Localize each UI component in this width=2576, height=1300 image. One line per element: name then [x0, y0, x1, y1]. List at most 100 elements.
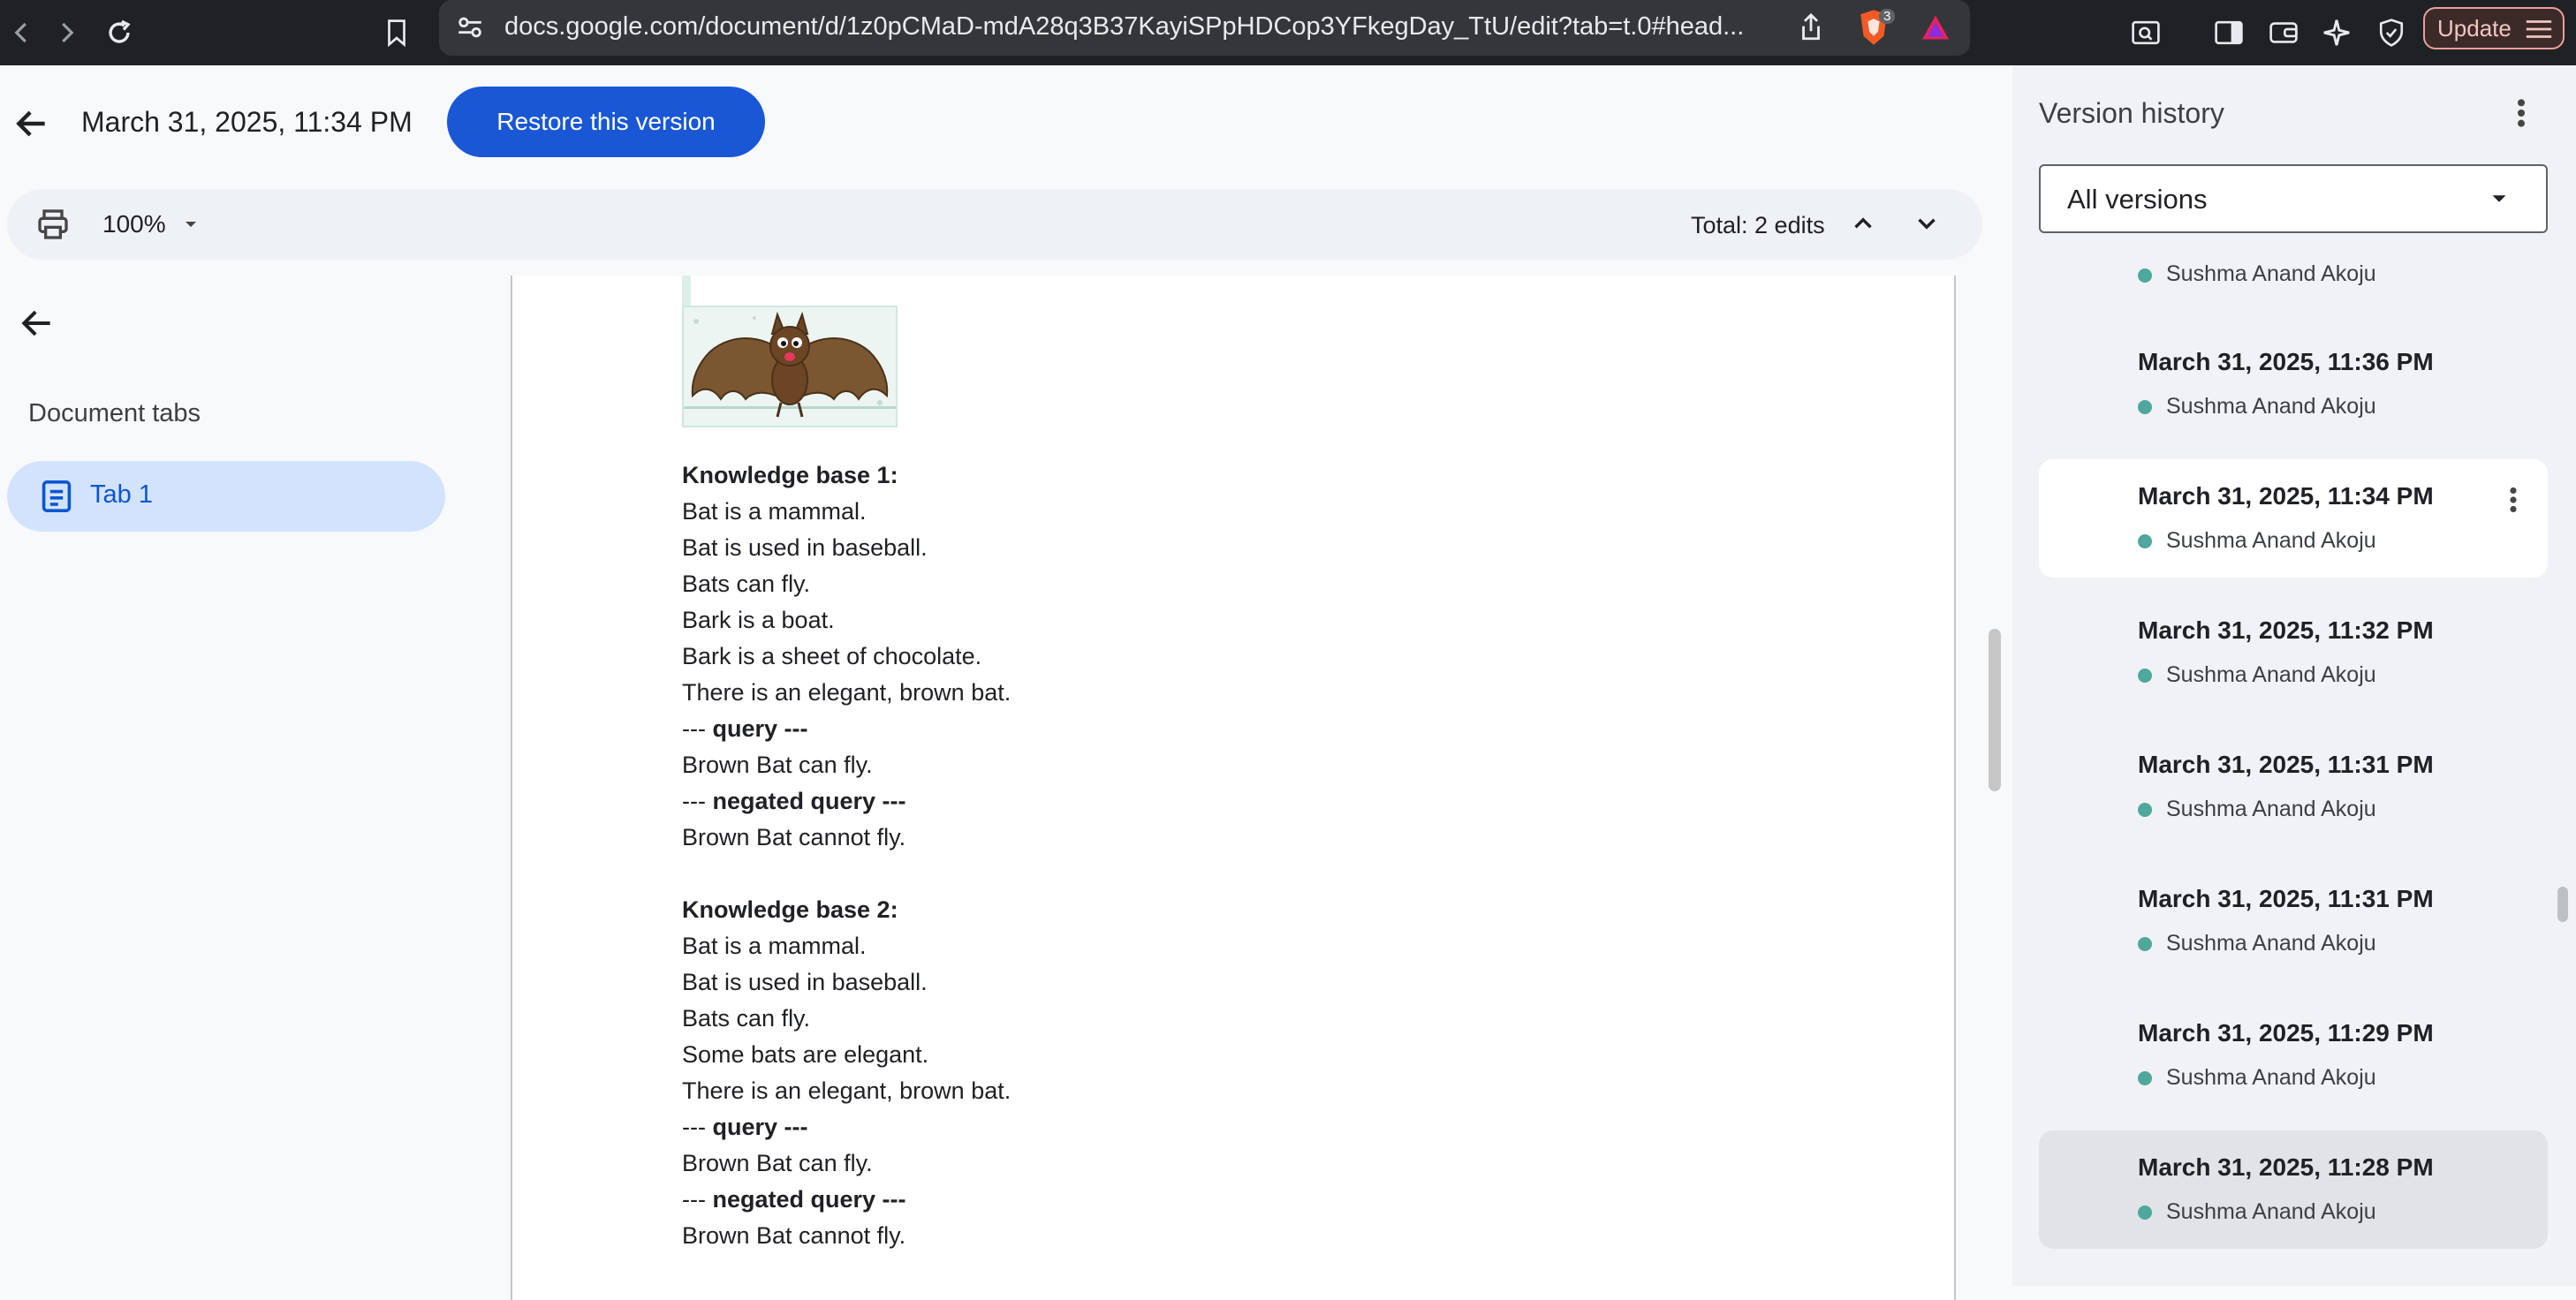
print-icon[interactable]: [35, 207, 71, 242]
restore-version-button[interactable]: Restore this version: [447, 87, 765, 157]
version-author: Sushma Anand Akoju: [2166, 1065, 2376, 1090]
back-arrow-icon[interactable]: [12, 104, 51, 143]
versions-filter-dropdown[interactable]: All versions: [2039, 164, 2548, 233]
document-line: --- negated query ---: [682, 1186, 906, 1213]
address-bar[interactable]: docs.google.com/document/d/1z0pCMaD-mdA2…: [439, 0, 1970, 56]
total-edits-count: Total: 2 edits: [1691, 212, 1825, 238]
document-page[interactable]: Knowledge base 1: Bat is a mammal. Bat is …: [511, 276, 1956, 1300]
update-button[interactable]: Update: [2423, 7, 2565, 49]
update-label: Update: [2437, 14, 2512, 42]
share-icon[interactable]: [1796, 11, 1826, 44]
author-color-dot: [2138, 1071, 2152, 1085]
version-author: Sushma Anand Akoju: [2166, 394, 2376, 419]
version-history-scrollbar[interactable]: [2557, 887, 2568, 922]
zoom-level[interactable]: 100%: [102, 210, 166, 238]
document-line: There is an elegant, brown bat.: [682, 1077, 1011, 1104]
version-author: Sushma Anand Akoju: [2166, 797, 2376, 821]
document-line: Bats can fly.: [682, 1005, 811, 1032]
author-color-dot: [2138, 400, 2152, 414]
query-heading: query ---: [712, 1114, 808, 1140]
document-line: Brown Bat can fly.: [682, 752, 873, 778]
version-author: Sushma Anand Akoju: [2166, 261, 2376, 286]
version-item[interactable]: March 31, 2025, 11:31 PM Sushma Anand Ako…: [2039, 728, 2548, 846]
page-title: March 31, 2025, 11:34 PM: [81, 106, 413, 138]
collapse-tabs-arrow-icon[interactable]: [18, 304, 57, 343]
version-item[interactable]: March 31, 2025, 11:34 PM Sushma Anand Ako…: [2039, 459, 2548, 578]
browser-toolbar: docs.google.com/document/d/1z0pCMaD-mdA2…: [0, 0, 2576, 65]
shield-count-badge: 3: [1879, 9, 1896, 24]
sidebar-toggle-icon[interactable]: [2207, 11, 2251, 55]
more-options-icon[interactable]: [2512, 95, 2530, 131]
version-more-icon[interactable]: [2505, 484, 2521, 516]
site-settings-icon[interactable]: [455, 12, 485, 42]
document-line: --- query ---: [682, 1114, 808, 1140]
version-date: March 31, 2025, 11:34 PM: [2138, 482, 2434, 510]
next-edit-icon[interactable]: [1912, 208, 1942, 238]
document-line: Bat is a mammal.: [682, 933, 867, 959]
author-color-dot: [2138, 534, 2152, 548]
document-icon: [41, 479, 72, 514]
version-date: March 31, 2025, 11:31 PM: [2138, 885, 2434, 912]
forward-icon[interactable]: [44, 11, 88, 55]
version-history-title: Version history: [2039, 97, 2224, 129]
tab-label: Tab 1: [90, 480, 153, 509]
version-item[interactable]: March 31, 2025, 11:36 PM Sushma Anand Ako…: [2039, 325, 2548, 443]
version-date: March 31, 2025, 11:31 PM: [2138, 751, 2434, 778]
image-selection-edge: [682, 276, 691, 306]
version-date: March 31, 2025, 11:32 PM: [2138, 616, 2434, 644]
document-line: Brown Bat cannot fly.: [682, 824, 906, 850]
query-heading: negated query ---: [712, 788, 906, 814]
reload-icon[interactable]: [97, 11, 141, 55]
document-line: Bats can fly.: [682, 571, 811, 597]
version-author: Sushma Anand Akoju: [2166, 528, 2376, 553]
version-toolbar: 100% Total: 2 edits: [7, 189, 1982, 260]
document-scrollbar[interactable]: [1989, 629, 2001, 791]
author-color-dot: [2138, 1206, 2152, 1220]
bat-image[interactable]: [682, 306, 898, 427]
version-date: March 31, 2025, 11:36 PM: [2138, 348, 2434, 375]
previous-edit-icon[interactable]: [1848, 208, 1878, 238]
tab-1[interactable]: Tab 1: [7, 461, 445, 532]
version-author: Sushma Anand Akoju: [2166, 931, 2376, 956]
version-history-panel: Version history All versions Sushma Anan…: [2012, 65, 2576, 1286]
version-item-partial[interactable]: Sushma Anand Akoju: [2039, 261, 2548, 297]
document-body[interactable]: Knowledge base 1: Bat is a mammal. Bat is …: [682, 457, 1830, 1254]
zoom-dropdown-icon[interactable]: [180, 214, 201, 235]
leo-ai-icon[interactable]: [2315, 11, 2359, 55]
document-line: Bark is a sheet of chocolate.: [682, 643, 982, 669]
author-color-dot: [2138, 937, 2152, 951]
chevron-down-icon: [2486, 185, 2512, 212]
menu-icon: [2524, 18, 2554, 41]
bookmark-icon[interactable]: [375, 11, 419, 55]
document-line: Some bats are elegant.: [682, 1041, 929, 1068]
document-line: Brown Bat can fly.: [682, 1150, 873, 1176]
brave-shield-icon[interactable]: 3: [1856, 7, 1896, 48]
version-item[interactable]: March 31, 2025, 11:28 PM Sushma Anand Ako…: [2039, 1130, 2548, 1249]
document-line: Bark is a boat.: [682, 607, 835, 633]
version-date: March 31, 2025, 11:29 PM: [2138, 1019, 2434, 1047]
url-text: docs.google.com/document/d/1z0pCMaD-mdA2…: [504, 12, 1745, 41]
version-item[interactable]: March 31, 2025, 11:31 PM Sushma Anand Ako…: [2039, 862, 2548, 980]
document-line: Bat is used in baseball.: [682, 534, 928, 561]
tab-search-icon[interactable]: [2124, 11, 2168, 55]
document-line: Knowledge base 1:: [682, 462, 898, 488]
version-author: Sushma Anand Akoju: [2166, 662, 2376, 687]
version-item[interactable]: March 31, 2025, 11:29 PM Sushma Anand Ako…: [2039, 996, 2548, 1115]
version-date: March 31, 2025, 11:28 PM: [2138, 1153, 2434, 1181]
brave-rewards-icon[interactable]: [1920, 12, 1951, 42]
author-color-dot: [2138, 803, 2152, 817]
wallet-icon[interactable]: [2262, 11, 2306, 55]
document-tabs-heading: Document tabs: [28, 399, 201, 427]
vpn-shield-icon[interactable]: [2369, 11, 2413, 55]
author-color-dot: [2138, 268, 2152, 283]
back-icon[interactable]: [0, 11, 44, 55]
document-line: Bat is a mammal.: [682, 498, 867, 525]
document-line: --- negated query ---: [682, 788, 906, 814]
document-line: --- query ---: [682, 715, 808, 742]
query-heading: query ---: [712, 715, 808, 742]
versions-filter-value: All versions: [2067, 184, 2208, 215]
version-item[interactable]: March 31, 2025, 11:32 PM Sushma Anand Ako…: [2039, 593, 2548, 712]
query-heading: negated query ---: [712, 1186, 906, 1213]
document-line: Bat is used in baseball.: [682, 969, 928, 995]
